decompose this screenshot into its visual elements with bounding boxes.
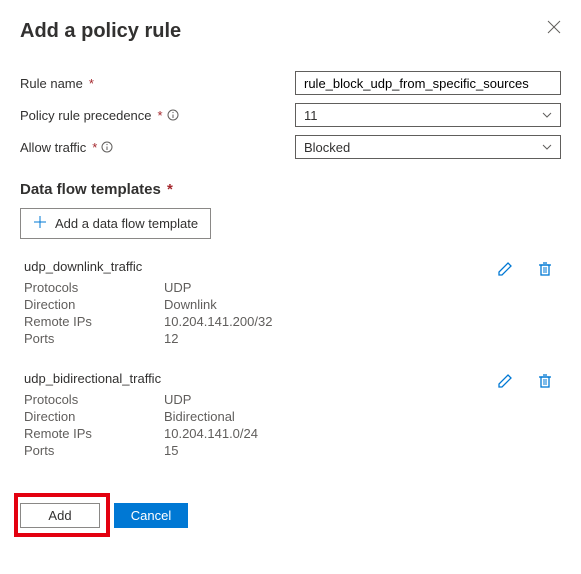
add-data-flow-template-button[interactable]: Add a data flow template (20, 208, 211, 239)
template-actions (497, 373, 561, 392)
allow-traffic-value: Blocked (304, 140, 350, 155)
rule-name-input[interactable] (295, 71, 561, 95)
edit-icon[interactable] (497, 373, 513, 392)
label-rule-name-text: Rule name (20, 76, 83, 91)
required-asterisk: * (158, 108, 163, 123)
row-allow-traffic: Allow traffic * Blocked (20, 135, 561, 159)
row-precedence: Policy rule precedence * 11 (20, 103, 561, 127)
chevron-down-icon (542, 108, 552, 123)
template-card: udp_downlink_traffic ProtocolsUDP Direct… (20, 251, 561, 363)
template-name: udp_bidirectional_traffic (24, 371, 258, 386)
template-actions (497, 261, 561, 280)
cancel-button[interactable]: Cancel (114, 503, 188, 528)
data-flow-templates-heading: Data flow templates * (20, 181, 561, 198)
info-icon[interactable] (167, 109, 179, 121)
edit-icon[interactable] (497, 261, 513, 280)
chevron-down-icon (542, 140, 552, 155)
template-name: udp_downlink_traffic (24, 259, 272, 274)
kv-key-protocols: Protocols (24, 280, 164, 295)
required-asterisk: * (167, 181, 173, 198)
kv-val-protocols: UDP (164, 280, 191, 295)
kv-key-protocols: Protocols (24, 392, 164, 407)
kv-val-ports: 12 (164, 331, 178, 346)
kv-val-remote-ips: 10.204.141.0/24 (164, 426, 258, 441)
template-card: udp_bidirectional_traffic ProtocolsUDP D… (20, 363, 561, 475)
trash-icon[interactable] (537, 373, 553, 392)
label-allow-traffic: Allow traffic * (20, 140, 295, 155)
label-allow-traffic-text: Allow traffic (20, 140, 86, 155)
kv-key-remote-ips: Remote IPs (24, 426, 164, 441)
row-rule-name: Rule name * (20, 71, 561, 95)
kv-key-remote-ips: Remote IPs (24, 314, 164, 329)
add-policy-rule-panel: Add a policy rule Rule name * Policy rul… (0, 0, 581, 556)
add-button[interactable]: Add (20, 503, 100, 528)
kv-val-remote-ips: 10.204.141.200/32 (164, 314, 272, 329)
kv-val-protocols: UDP (164, 392, 191, 407)
kv-val-direction: Bidirectional (164, 409, 235, 424)
kv-val-ports: 15 (164, 443, 178, 458)
label-precedence: Policy rule precedence * (20, 108, 295, 123)
kv-key-direction: Direction (24, 297, 164, 312)
trash-icon[interactable] (537, 261, 553, 280)
kv-val-direction: Downlink (164, 297, 217, 312)
panel-header: Add a policy rule (20, 20, 561, 43)
info-icon[interactable] (101, 141, 113, 153)
precedence-value: 11 (304, 108, 318, 123)
templates-list: udp_downlink_traffic ProtocolsUDP Direct… (20, 251, 561, 475)
label-precedence-text: Policy rule precedence (20, 108, 152, 123)
kv-key-direction: Direction (24, 409, 164, 424)
precedence-select[interactable]: 11 (295, 103, 561, 127)
close-icon[interactable] (547, 20, 561, 37)
add-template-label: Add a data flow template (55, 216, 198, 231)
plus-icon (33, 215, 47, 232)
label-rule-name: Rule name * (20, 76, 295, 91)
footer-actions: Add Cancel (20, 499, 561, 532)
panel-title: Add a policy rule (20, 20, 181, 43)
kv-key-ports: Ports (24, 331, 164, 346)
kv-key-ports: Ports (24, 443, 164, 458)
data-flow-templates-heading-text: Data flow templates (20, 181, 161, 198)
required-asterisk: * (92, 140, 97, 155)
required-asterisk: * (89, 76, 94, 91)
allow-traffic-select[interactable]: Blocked (295, 135, 561, 159)
